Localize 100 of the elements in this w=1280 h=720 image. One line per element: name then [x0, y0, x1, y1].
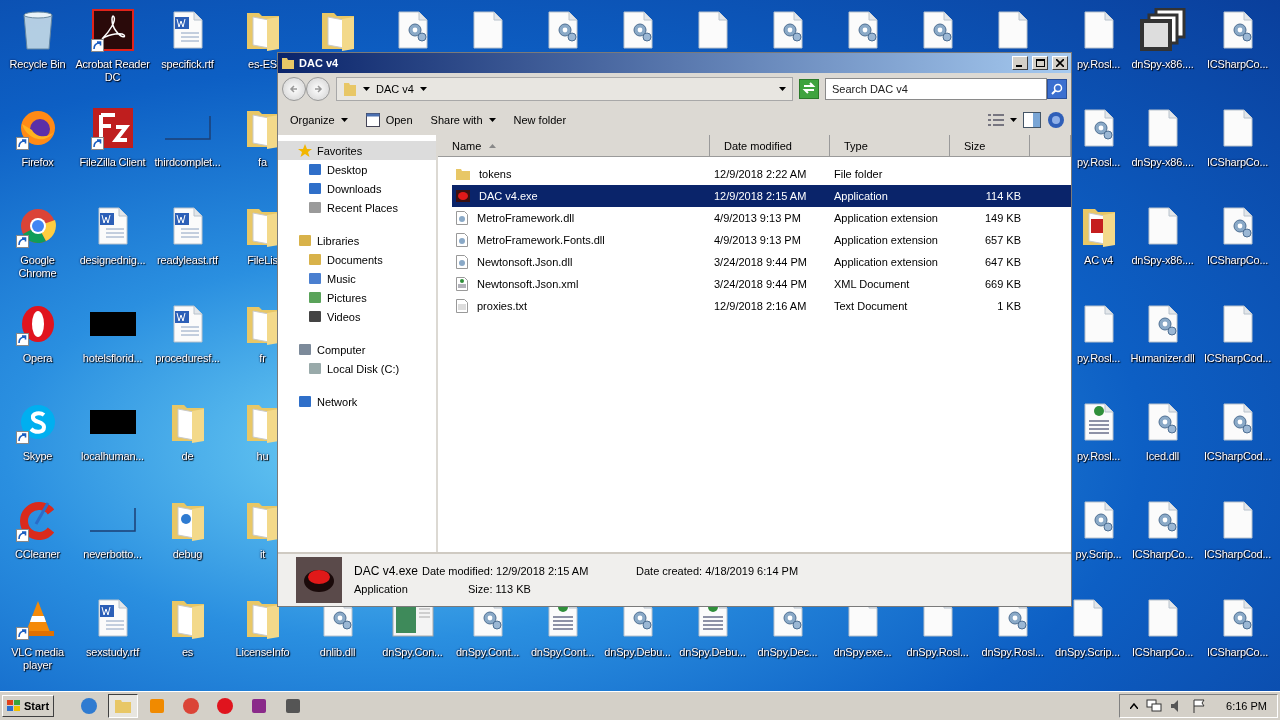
nav-item[interactable]: Desktop	[278, 160, 436, 179]
view-options-icon[interactable]	[988, 114, 1004, 126]
network-icon[interactable]	[1146, 699, 1163, 713]
preview-pane-icon[interactable]	[1023, 112, 1041, 128]
start-button[interactable]: Start	[2, 695, 55, 717]
file-row[interactable]: MetroFramework.dll 4/9/2013 9:13 PM Application extension 149 KB	[452, 207, 1071, 229]
nav-item[interactable]: Music	[278, 269, 436, 288]
desktop-icon-label[interactable]: LicenseInfo	[235, 646, 290, 659]
toolbar-button[interactable]: Open	[359, 111, 419, 129]
desktop-icon-label[interactable]: Humanizer.dll	[1130, 352, 1195, 365]
desktop-icon-label[interactable]: ICSharpCod...	[1203, 548, 1272, 561]
nav-item[interactable]: Favorites	[278, 141, 436, 160]
column-header[interactable]: Date modified	[710, 135, 830, 157]
desktop-icon-label[interactable]: specifick.rtf	[161, 58, 214, 71]
desktop-icon-label[interactable]: dnSpy.Debu...	[604, 646, 671, 659]
desktop-icon-label[interactable]: dnSpy-x86....	[1131, 156, 1194, 169]
caret-icon	[779, 87, 786, 91]
nav-item[interactable]: Network	[278, 392, 436, 411]
maximize-button[interactable]	[1032, 56, 1048, 70]
nav-item[interactable]: Computer	[278, 340, 436, 359]
help-icon[interactable]	[1047, 111, 1065, 129]
desktop-icon-label[interactable]: ICSharpCod...	[1203, 450, 1272, 463]
desktop-icon-label[interactable]: py.Rosl...	[1076, 58, 1120, 71]
desktop-icon-label[interactable]: Recycle Bin	[9, 58, 66, 71]
desktop-icon-label[interactable]: ICSharpCo...	[1131, 646, 1194, 659]
desktop-icon-label[interactable]: es-ES	[248, 58, 277, 71]
desktop-icon-label[interactable]: ICSharpCo...	[1131, 548, 1194, 561]
desktop-icon-label[interactable]: ICSharpCo...	[1206, 156, 1269, 169]
desktop-icon-label[interactable]: FileZilla Client	[79, 156, 146, 169]
search-button[interactable]	[1047, 79, 1067, 99]
folder-icon	[343, 81, 357, 97]
desktop-icon-label[interactable]: es	[181, 646, 194, 659]
desktop-icon-label[interactable]: dnSpy.exe...	[833, 646, 892, 659]
toolbar-button[interactable]: New folder	[507, 112, 573, 128]
filezilla-icon	[91, 107, 134, 149]
file-row[interactable]: DAC v4.exe 12/9/2018 2:15 AM Application 114 KB	[452, 185, 1071, 207]
nav-item[interactable]: Pictures	[278, 288, 436, 307]
desktop-icon-label[interactable]: dnSpy.Con...	[382, 646, 443, 659]
desktop-icon-label[interactable]: dnSpy.Debu...	[679, 646, 746, 659]
desktop-icon-label[interactable]: dnSpy.Rosl...	[981, 646, 1044, 659]
search-field[interactable]: Search DAC v4	[825, 78, 1047, 100]
gear-file-icon	[1147, 305, 1178, 343]
desktop-icon-label[interactable]: thirdcomplet...	[154, 156, 221, 169]
clock[interactable]: 6:16 PM	[1226, 700, 1267, 712]
desktop-icon-label[interactable]: AC v4	[1084, 254, 1113, 267]
desktop-icon-label[interactable]: Firefox	[21, 156, 54, 169]
desktop-icon-label[interactable]: ICSharpCod...	[1203, 352, 1272, 365]
nav-item[interactable]: Videos	[278, 307, 436, 326]
desktop-icon-label[interactable]: dnlib.dll	[319, 646, 356, 659]
nav-item[interactable]: Downloads	[278, 179, 436, 198]
nav-item[interactable]: Libraries	[278, 231, 436, 250]
desktop-icon-label[interactable]: readyleast.rtf	[157, 254, 218, 267]
column-header[interactable]: Type	[830, 135, 950, 157]
word-document-icon	[97, 207, 128, 245]
desktop-icon-label[interactable]: dnSpy-x86....	[1131, 254, 1194, 267]
nav-item[interactable]: Local Disk (C:)	[278, 359, 436, 378]
desktop-icon-label[interactable]: dnSpy.Cont...	[530, 646, 595, 659]
desktop-icon-label[interactable]: py.Rosl...	[1076, 352, 1120, 365]
desktop-icon-label[interactable]: dnSpy-x86....	[1131, 58, 1194, 71]
desktop-icon-label[interactable]: dnSpy.Scrip...	[1055, 646, 1120, 659]
desktop-icon-label[interactable]: dnSpy.Cont...	[455, 646, 520, 659]
column-header[interactable]: Size	[950, 135, 1030, 157]
desktop-icon-label[interactable]: sexstudy.rtf	[86, 646, 139, 659]
desktop-icon-label[interactable]: dnSpy.Dec...	[757, 646, 818, 659]
windows-switch-icon	[284, 697, 303, 715]
flag-icon[interactable]	[1192, 699, 1207, 713]
taskbar-app[interactable]	[108, 694, 139, 718]
file-row[interactable]: proxies.txt 12/9/2018 2:16 AM Text Document 1 KB	[452, 295, 1071, 317]
file-row[interactable]: MetroFramework.Fonts.dll 4/9/2013 9:13 PM Application extension 657 KB	[452, 229, 1071, 251]
file-row[interactable]: Newtonsoft.Json.dll 3/24/2018 9:44 PM Application extension 647 KB	[452, 251, 1071, 273]
address-bar[interactable]: DAC v4	[336, 77, 793, 101]
file-row[interactable]: Newtonsoft.Json.xml 3/24/2018 9:44 PM XML Document 669 KB	[452, 273, 1071, 295]
refresh-button[interactable]	[799, 79, 819, 99]
nav-item[interactable]: Recent Places	[278, 198, 436, 217]
desktop-icon-label[interactable]: py.Scrip...	[1075, 548, 1122, 561]
desktop-icon-label[interactable]: Opera	[22, 352, 53, 365]
desktop-icon-label[interactable]: dnSpy.Rosl...	[906, 646, 969, 659]
desktop-icon-label[interactable]: py.Rosl...	[1076, 450, 1120, 463]
desktop-icon-label[interactable]: py.Rosl...	[1076, 156, 1120, 169]
desktop-icon-label[interactable]: ICSharpCo...	[1206, 254, 1269, 267]
desktop-icon-label[interactable]: ICSharpCo...	[1206, 646, 1269, 659]
toolbar-button[interactable]: Share with	[424, 112, 502, 128]
close-button[interactable]	[1052, 56, 1068, 70]
desktop-icon-label[interactable]: FileLis	[247, 254, 278, 267]
desktop-icon-label[interactable]: Acrobat Reader DC	[75, 58, 150, 84]
breadcrumb[interactable]: DAC v4	[376, 83, 414, 95]
nav-item[interactable]: Documents	[278, 250, 436, 269]
desktop-icon-label[interactable]: designednig...	[79, 254, 146, 267]
column-header[interactable]: Name	[438, 135, 710, 157]
desktop-icon-label[interactable]: Google Chrome	[0, 254, 75, 280]
desktop-icon-label[interactable]: Iced.dll	[1145, 450, 1180, 463]
toolbar-button[interactable]: Organize	[284, 112, 354, 128]
desktop-icon-label[interactable]: ICSharpCo...	[1206, 58, 1269, 71]
caret-icon[interactable]	[1010, 118, 1017, 122]
desktop-icon-label[interactable]: VLC media player	[0, 646, 75, 672]
file-row[interactable]: tokens 12/9/2018 2:22 AM File folder	[452, 163, 1071, 185]
desktop-icon-label[interactable]: CCleaner	[15, 548, 60, 561]
chevron-up-icon[interactable]	[1130, 703, 1139, 709]
minimize-button[interactable]	[1012, 56, 1028, 70]
desktop-icon-label[interactable]: fa	[258, 156, 267, 169]
